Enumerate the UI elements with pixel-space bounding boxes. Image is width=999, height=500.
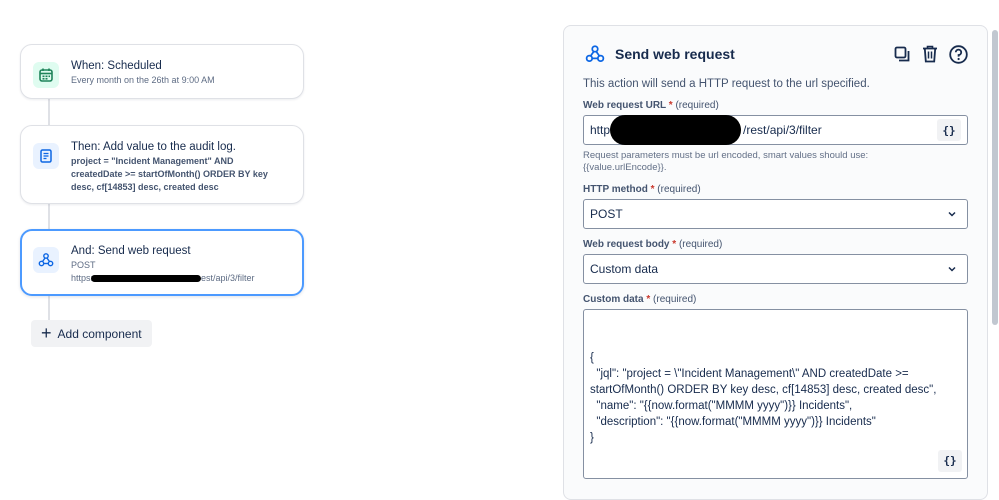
required-mark: * <box>668 100 673 111</box>
trigger-subtitle: Every month on the 26th at 9:00 AM <box>71 75 215 85</box>
url-helper-text: Request parameters must be url encoded, … <box>583 150 968 174</box>
body-select[interactable]: Custom data <box>583 254 968 284</box>
url-input[interactable]: https /rest/api/3/filter {} <box>583 115 968 145</box>
audit-line: createdDate >= startOfMonth() ORDER BY k… <box>71 169 268 179</box>
required-text: (required) <box>657 184 701 195</box>
method-field-label: HTTP method * (required) <box>583 184 968 195</box>
flow-connector <box>48 98 50 126</box>
smart-value-button[interactable]: {} <box>938 450 962 472</box>
trigger-card[interactable]: When: Scheduled Every month on the 26th … <box>20 44 304 99</box>
required-mark: * <box>646 294 651 305</box>
add-component-button[interactable]: + Add component <box>31 320 152 347</box>
url-prefix: https: <box>71 273 94 283</box>
chevron-down-icon <box>948 266 956 272</box>
required-text: (required) <box>678 239 723 250</box>
copy-icon[interactable] <box>892 44 912 64</box>
flow-connector <box>48 203 50 231</box>
url-label-text: Web request URL <box>583 100 666 111</box>
web-request-method: POST <box>71 260 96 270</box>
audit-log-card[interactable]: Then: Add value to the audit log. projec… <box>20 125 304 204</box>
add-component-label: Add component <box>57 326 142 341</box>
audit-title: Then: Add value to the audit log. <box>71 141 236 153</box>
document-icon <box>33 143 59 169</box>
help-icon[interactable] <box>948 44 968 64</box>
scrollbar[interactable] <box>992 30 998 325</box>
body-value: Custom data <box>590 262 659 276</box>
audit-line: project = "Incident Management" AND <box>71 156 234 166</box>
webhook-icon <box>583 42 607 66</box>
smart-value-button[interactable]: {} <box>937 119 961 141</box>
custom-label-text: Custom data <box>583 294 644 305</box>
body-field-label: Web request body * (required) <box>583 239 968 250</box>
helper-line: Request parameters must be url encoded, … <box>583 150 869 161</box>
url-suffix: est/api/3/filter <box>201 273 255 283</box>
audit-line: desc, cf[14853] desc, created desc <box>71 182 219 192</box>
redacted-url <box>91 275 202 283</box>
redacted-url <box>610 115 741 145</box>
body-label-text: Web request body <box>583 239 670 250</box>
method-select[interactable]: POST <box>583 199 968 229</box>
trigger-title: When: Scheduled <box>71 60 162 72</box>
webhook-icon <box>33 247 59 273</box>
panel-description: This action will send a HTTP request to … <box>583 78 870 90</box>
web-request-url: https: est/api/3/filter <box>71 272 291 284</box>
flow-connector <box>48 295 50 320</box>
custom-data-label: Custom data * (required) <box>583 294 968 305</box>
required-mark: * <box>650 184 655 195</box>
action-config-panel: Send web request This action will send a… <box>563 25 988 500</box>
helper-line: {{value.urlEncode}}. <box>583 162 667 173</box>
custom-data-value: { "jql": "project = \"Incident Managemen… <box>590 352 937 444</box>
web-request-card[interactable]: And: Send web request POST https: est/api… <box>20 229 304 296</box>
web-request-title: And: Send web request <box>71 245 191 257</box>
required-text: (required) <box>675 100 719 111</box>
calendar-icon <box>33 62 59 88</box>
url-field-label: Web request URL * (required) <box>583 100 968 111</box>
plus-icon: + <box>41 322 52 343</box>
url-value-suffix: /rest/api/3/filter <box>743 123 822 137</box>
required-text: (required) <box>653 294 697 305</box>
trash-icon[interactable] <box>920 44 940 64</box>
panel-title: Send web request <box>615 46 735 62</box>
method-value: POST <box>590 207 623 221</box>
chevron-down-icon <box>948 211 956 217</box>
required-mark: * <box>672 239 677 250</box>
custom-data-textarea[interactable]: { "jql": "project = \"Incident Managemen… <box>583 309 968 479</box>
method-label-text: HTTP method <box>583 184 648 195</box>
